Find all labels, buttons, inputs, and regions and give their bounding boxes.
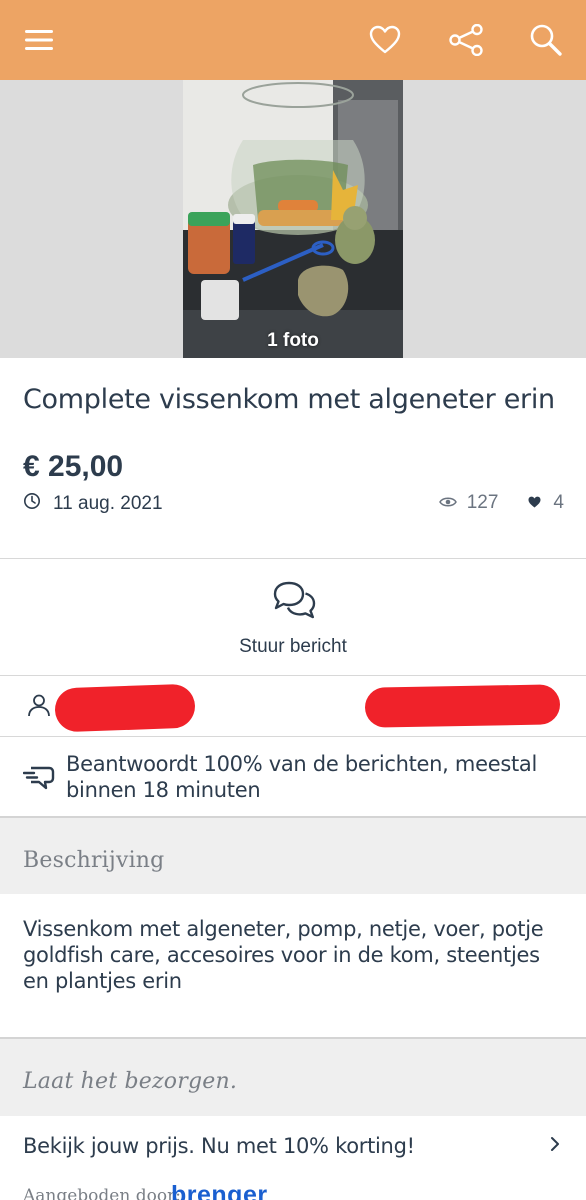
partner-logo: brenger (171, 1181, 268, 1200)
search-icon[interactable] (526, 20, 566, 60)
favorite-count-text: 4 (553, 492, 564, 513)
redacted-seller-info (364, 684, 561, 728)
listing-stats: 127 4 (438, 492, 564, 514)
listing-title: Complete vissenkom met algeneter erin (23, 384, 555, 415)
heart-icon[interactable] (365, 20, 405, 60)
chevron-right-icon (550, 1136, 560, 1157)
delivery-heading: Laat het bezorgen. (23, 1069, 238, 1094)
delivery-price-button[interactable]: Bekijk jouw prijs. Nu met 10% korting! (0, 1116, 586, 1178)
chat-bubbles-icon (271, 580, 317, 629)
date-text: 11 aug. 2021 (53, 493, 163, 514)
top-app-bar (0, 0, 586, 80)
view-count-text: 127 (466, 492, 499, 513)
eye-icon (438, 492, 467, 514)
reply-rate-row: Beantwoordt 100% van de berichten, meest… (0, 737, 586, 817)
listing-price: € 25,00 (23, 450, 124, 483)
offered-by-label: Aangeboden door: (23, 1186, 181, 1200)
description-text: Vissenkom met algeneter, pomp, netje, vo… (23, 917, 544, 993)
divider (0, 558, 586, 559)
description-heading: Beschrijving (23, 848, 165, 873)
fast-reply-icon (22, 764, 55, 795)
delivery-header: Laat het bezorgen. (0, 1039, 586, 1116)
redacted-seller-name (54, 683, 196, 733)
view-count: 127 (438, 492, 499, 514)
listing-date: 11 aug. 2021 (23, 492, 163, 516)
heart-small-icon (528, 492, 553, 514)
photo-gallery[interactable]: 1 foto (0, 80, 586, 358)
listing-photo[interactable]: 1 foto (183, 80, 403, 358)
share-icon[interactable] (446, 20, 486, 60)
delivery-cta-text: Bekijk jouw prijs. Nu met 10% korting! (23, 1134, 415, 1158)
seller-row[interactable] (0, 676, 586, 736)
clock-icon (23, 492, 53, 516)
user-icon (27, 693, 51, 722)
favorite-count: 4 (528, 492, 564, 514)
reply-rate-text: Beantwoordt 100% van de berichten, meest… (66, 752, 537, 802)
description-header: Beschrijving (0, 818, 586, 894)
photo-count-label: 1 foto (267, 330, 319, 351)
menu-icon[interactable] (19, 20, 59, 60)
send-message-label[interactable]: Stuur bericht (0, 636, 586, 658)
